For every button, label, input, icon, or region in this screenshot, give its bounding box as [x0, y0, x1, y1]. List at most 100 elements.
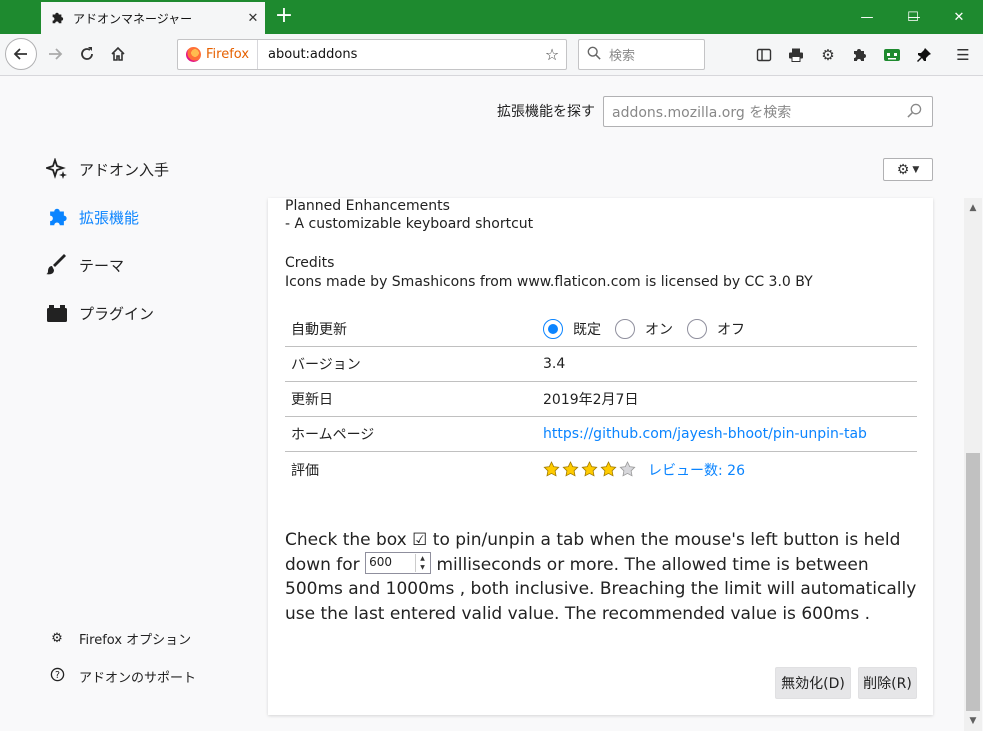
identity-box[interactable]: Firefox [178, 40, 259, 69]
nav-bar: Firefox about:addons ☆ 検索 ⚙ ☰ [0, 34, 983, 76]
sidebar-item-label: 拡張機能 [79, 208, 140, 227]
sidebar-toggle-icon[interactable] [752, 43, 776, 67]
puzzle-icon [45, 205, 69, 229]
find-addons-label: 拡張機能を探す [497, 104, 595, 120]
version-label: バージョン [291, 357, 361, 373]
rating-row: 評価 レビュー数: 26 [285, 452, 917, 487]
star-filled-icon [581, 461, 598, 477]
star-filled-icon [562, 461, 579, 477]
addons-puzzle-icon[interactable] [847, 43, 871, 67]
updated-value: 2019年2月7日 [543, 392, 639, 408]
scroll-up-icon[interactable]: ▲ [964, 200, 982, 216]
bookmark-star-icon[interactable]: ☆ [538, 45, 566, 64]
radio-label: 既定 [573, 322, 601, 338]
title-bar: アドオンマネージャー ✕ + — — ☐ ✕ [0, 0, 983, 34]
page-scrollbar[interactable]: ▲ ▼ [964, 198, 982, 731]
sidebar-item-extensions[interactable]: 拡張機能 [45, 202, 139, 232]
homepage-link[interactable]: https://github.com/jayesh-bhoot/pin-unpi… [543, 426, 917, 442]
auto-update-off-radio[interactable]: オフ [687, 319, 745, 339]
rating-label: 評価 [291, 462, 319, 479]
addons-page: 拡張機能を探す addons.mozilla.org を検索 ⚙ ▼ アドオン入… [0, 77, 983, 731]
close-icon: ✕ [953, 9, 965, 25]
radio-label: オン [645, 322, 673, 338]
updated-row: 更新日 2019年2月7日 [285, 382, 917, 417]
new-tab-icon[interactable]: + [272, 4, 296, 30]
radio-icon [687, 319, 707, 339]
home-icon [111, 46, 125, 61]
addon-detail-card: Planned Enhancements - A customizable ke… [268, 198, 933, 715]
star-filled-icon [543, 461, 560, 477]
remove-button[interactable]: 削除(R) [858, 667, 917, 699]
forward-button[interactable] [40, 39, 70, 69]
discover-icon [45, 157, 69, 181]
homepage-row: ホームページ https://github.com/jayesh-bhoot/p… [285, 417, 917, 452]
description-line: Icons made by Smashicons from www.flatic… [285, 274, 813, 290]
radio-checked-icon [543, 319, 563, 339]
scroll-down-icon[interactable]: ▼ [964, 713, 982, 729]
spinner-icon[interactable]: ▲ ▼ [415, 553, 429, 572]
url-bar[interactable]: Firefox about:addons ☆ [177, 39, 567, 70]
auto-update-row: 自動更新 既定 オン オフ [285, 312, 917, 347]
sidebar-item-themes[interactable]: テーマ [45, 250, 124, 280]
version-value: 3.4 [543, 356, 566, 372]
find-addons-placeholder: addons.mozilla.org を検索 [612, 104, 792, 121]
find-addons-input[interactable]: addons.mozilla.org を検索 [603, 96, 933, 127]
sidebar-addons-support[interactable]: ? アドオンのサポート [48, 667, 196, 686]
version-row: バージョン 3.4 [285, 347, 917, 382]
preferences-text: Check the box ☑ to pin/unpin a tab when … [285, 528, 925, 626]
maximize-button[interactable]: ☐ [890, 0, 936, 34]
sidebar-item-label: テーマ [79, 256, 125, 275]
updated-label: 更新日 [291, 392, 333, 408]
print-icon[interactable] [784, 43, 808, 67]
reload-button[interactable] [72, 39, 102, 69]
description-line: Credits [285, 255, 335, 271]
settings-gear-icon[interactable]: ⚙ [816, 43, 840, 67]
back-arrow-icon [13, 48, 27, 60]
minimize-button-real[interactable]: — [844, 0, 890, 34]
identity-label: Firefox [206, 47, 250, 62]
support-label: アドオンのサポート [79, 671, 197, 686]
tab-title: アドオンマネージャー [73, 11, 193, 26]
sidebar-item-discover[interactable]: アドオン入手 [45, 154, 169, 184]
radio-icon [615, 319, 635, 339]
firefox-logo-icon [186, 47, 201, 62]
search-bar[interactable]: 検索 [578, 39, 705, 70]
url-text[interactable]: about:addons [258, 47, 538, 62]
back-button[interactable] [5, 38, 37, 70]
maximize-icon: ☐ [907, 9, 919, 25]
sidebar-firefox-options[interactable]: ⚙ Firefox オプション [48, 629, 191, 648]
svg-text:?: ? [55, 670, 60, 681]
extension-robot-icon[interactable] [880, 43, 904, 67]
hamburger-menu-icon[interactable]: ☰ [951, 43, 975, 67]
help-icon: ? [48, 667, 66, 686]
tools-menu-button[interactable]: ⚙ ▼ [883, 158, 933, 181]
disable-label: 無効化(D) [781, 676, 845, 692]
chevron-down-icon: ▼ [912, 164, 920, 175]
star-filled-icon [600, 461, 617, 477]
gear-icon: ⚙ [896, 161, 910, 178]
search-icon [907, 103, 922, 122]
remove-label: 削除(R) [863, 676, 912, 692]
minimize-icon: — [860, 9, 874, 25]
duration-input[interactable]: 600 ▲ ▼ [365, 551, 432, 574]
reload-icon [81, 47, 93, 60]
sidebar-item-label: アドオン入手 [79, 160, 170, 179]
homepage-label: ホームページ [291, 427, 375, 443]
description-line: - A customizable keyboard shortcut [285, 216, 534, 232]
disable-button[interactable]: 無効化(D) [775, 667, 851, 699]
auto-update-default-radio[interactable]: 既定 [543, 319, 601, 339]
sidebar-item-plugins[interactable]: プラグイン [45, 298, 154, 328]
options-label: Firefox オプション [79, 633, 192, 648]
auto-update-on-radio[interactable]: オン [615, 319, 673, 339]
description-line: Planned Enhancements [285, 198, 450, 214]
pin-extension-icon[interactable] [912, 43, 936, 67]
reviews-link[interactable]: レビュー数: 26 [648, 460, 745, 480]
scrollbar-thumb[interactable] [966, 453, 980, 711]
forward-arrow-icon [49, 48, 63, 60]
search-icon [587, 46, 601, 64]
star-empty-icon [619, 461, 636, 477]
tab-addons-manager[interactable]: アドオンマネージャー ✕ [41, 2, 265, 34]
home-button[interactable] [103, 39, 133, 69]
close-button[interactable]: ✕ [936, 0, 982, 34]
tab-close-icon[interactable]: ✕ [241, 11, 265, 26]
